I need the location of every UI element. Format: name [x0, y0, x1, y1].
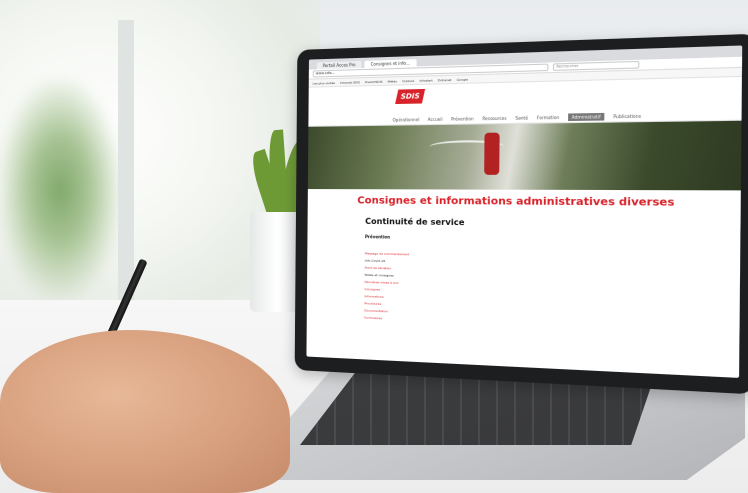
page-content: Consignes et informations administrative…	[307, 189, 741, 334]
outdoor-greenery	[0, 80, 120, 300]
bookmark-item[interactable]: Outlook	[402, 78, 414, 82]
bookmark-item[interactable]: PredictSDIS	[365, 79, 383, 84]
item-link[interactable]: Procédures	[364, 301, 381, 306]
section-title: Continuité de service	[365, 216, 465, 228]
item-link[interactable]: Informations	[364, 294, 383, 299]
nav-item-active[interactable]: Administratif	[568, 112, 605, 121]
item-link[interactable]: Dernières mises à jour	[365, 280, 399, 285]
bookmark-item[interactable]: Extranet	[438, 77, 452, 82]
bookmark-item[interactable]: Les plus visités	[313, 80, 335, 85]
hero-banner	[307, 120, 742, 191]
bookmark-item[interactable]: Intranet SDIS	[340, 80, 360, 85]
bookmark-item[interactable]: Météo	[388, 79, 398, 83]
item-link[interactable]: Message de commandement	[365, 251, 409, 256]
nav-item[interactable]: Accueil	[428, 116, 443, 121]
item-link[interactable]: Documentation	[364, 308, 387, 313]
photo-scene: Portail Acces Pro Consignes et info... w…	[0, 0, 748, 493]
nav-item[interactable]: Santé	[515, 115, 528, 121]
item-link[interactable]: Consignes	[365, 287, 381, 292]
nav-item[interactable]: Ressources	[482, 115, 506, 121]
nav-item[interactable]: Opérationnel	[393, 116, 420, 122]
section-subtitle: Prévention	[364, 234, 391, 240]
item-link[interactable]: Formulaires	[364, 316, 382, 321]
item-text: Info Covid-19	[364, 258, 386, 264]
browser-window: Portail Acces Pro Consignes et info... w…	[306, 45, 743, 378]
sdis-logo[interactable]: SDIS	[395, 88, 426, 105]
nav-item[interactable]: Formation	[537, 114, 559, 120]
browser-tab[interactable]: Portail Acces Pro	[316, 60, 362, 70]
browser-tab-active[interactable]: Consignes et info...	[364, 59, 417, 68]
nav-item[interactable]: Publications	[613, 113, 641, 119]
page-title: Consignes et informations administrative…	[357, 195, 675, 209]
item-link[interactable]: Point de situation	[365, 266, 392, 271]
bookmark-item[interactable]: Infostart	[419, 78, 432, 82]
nav-item[interactable]: Prévention	[451, 116, 474, 122]
laptop-screen: Portail Acces Pro Consignes et info... w…	[294, 33, 748, 395]
item-text: Notes et consignes	[364, 272, 394, 278]
bookmark-item[interactable]: Google	[457, 77, 468, 81]
search-input[interactable]: Rechercher	[552, 60, 640, 71]
firefighter-figure	[484, 132, 500, 175]
